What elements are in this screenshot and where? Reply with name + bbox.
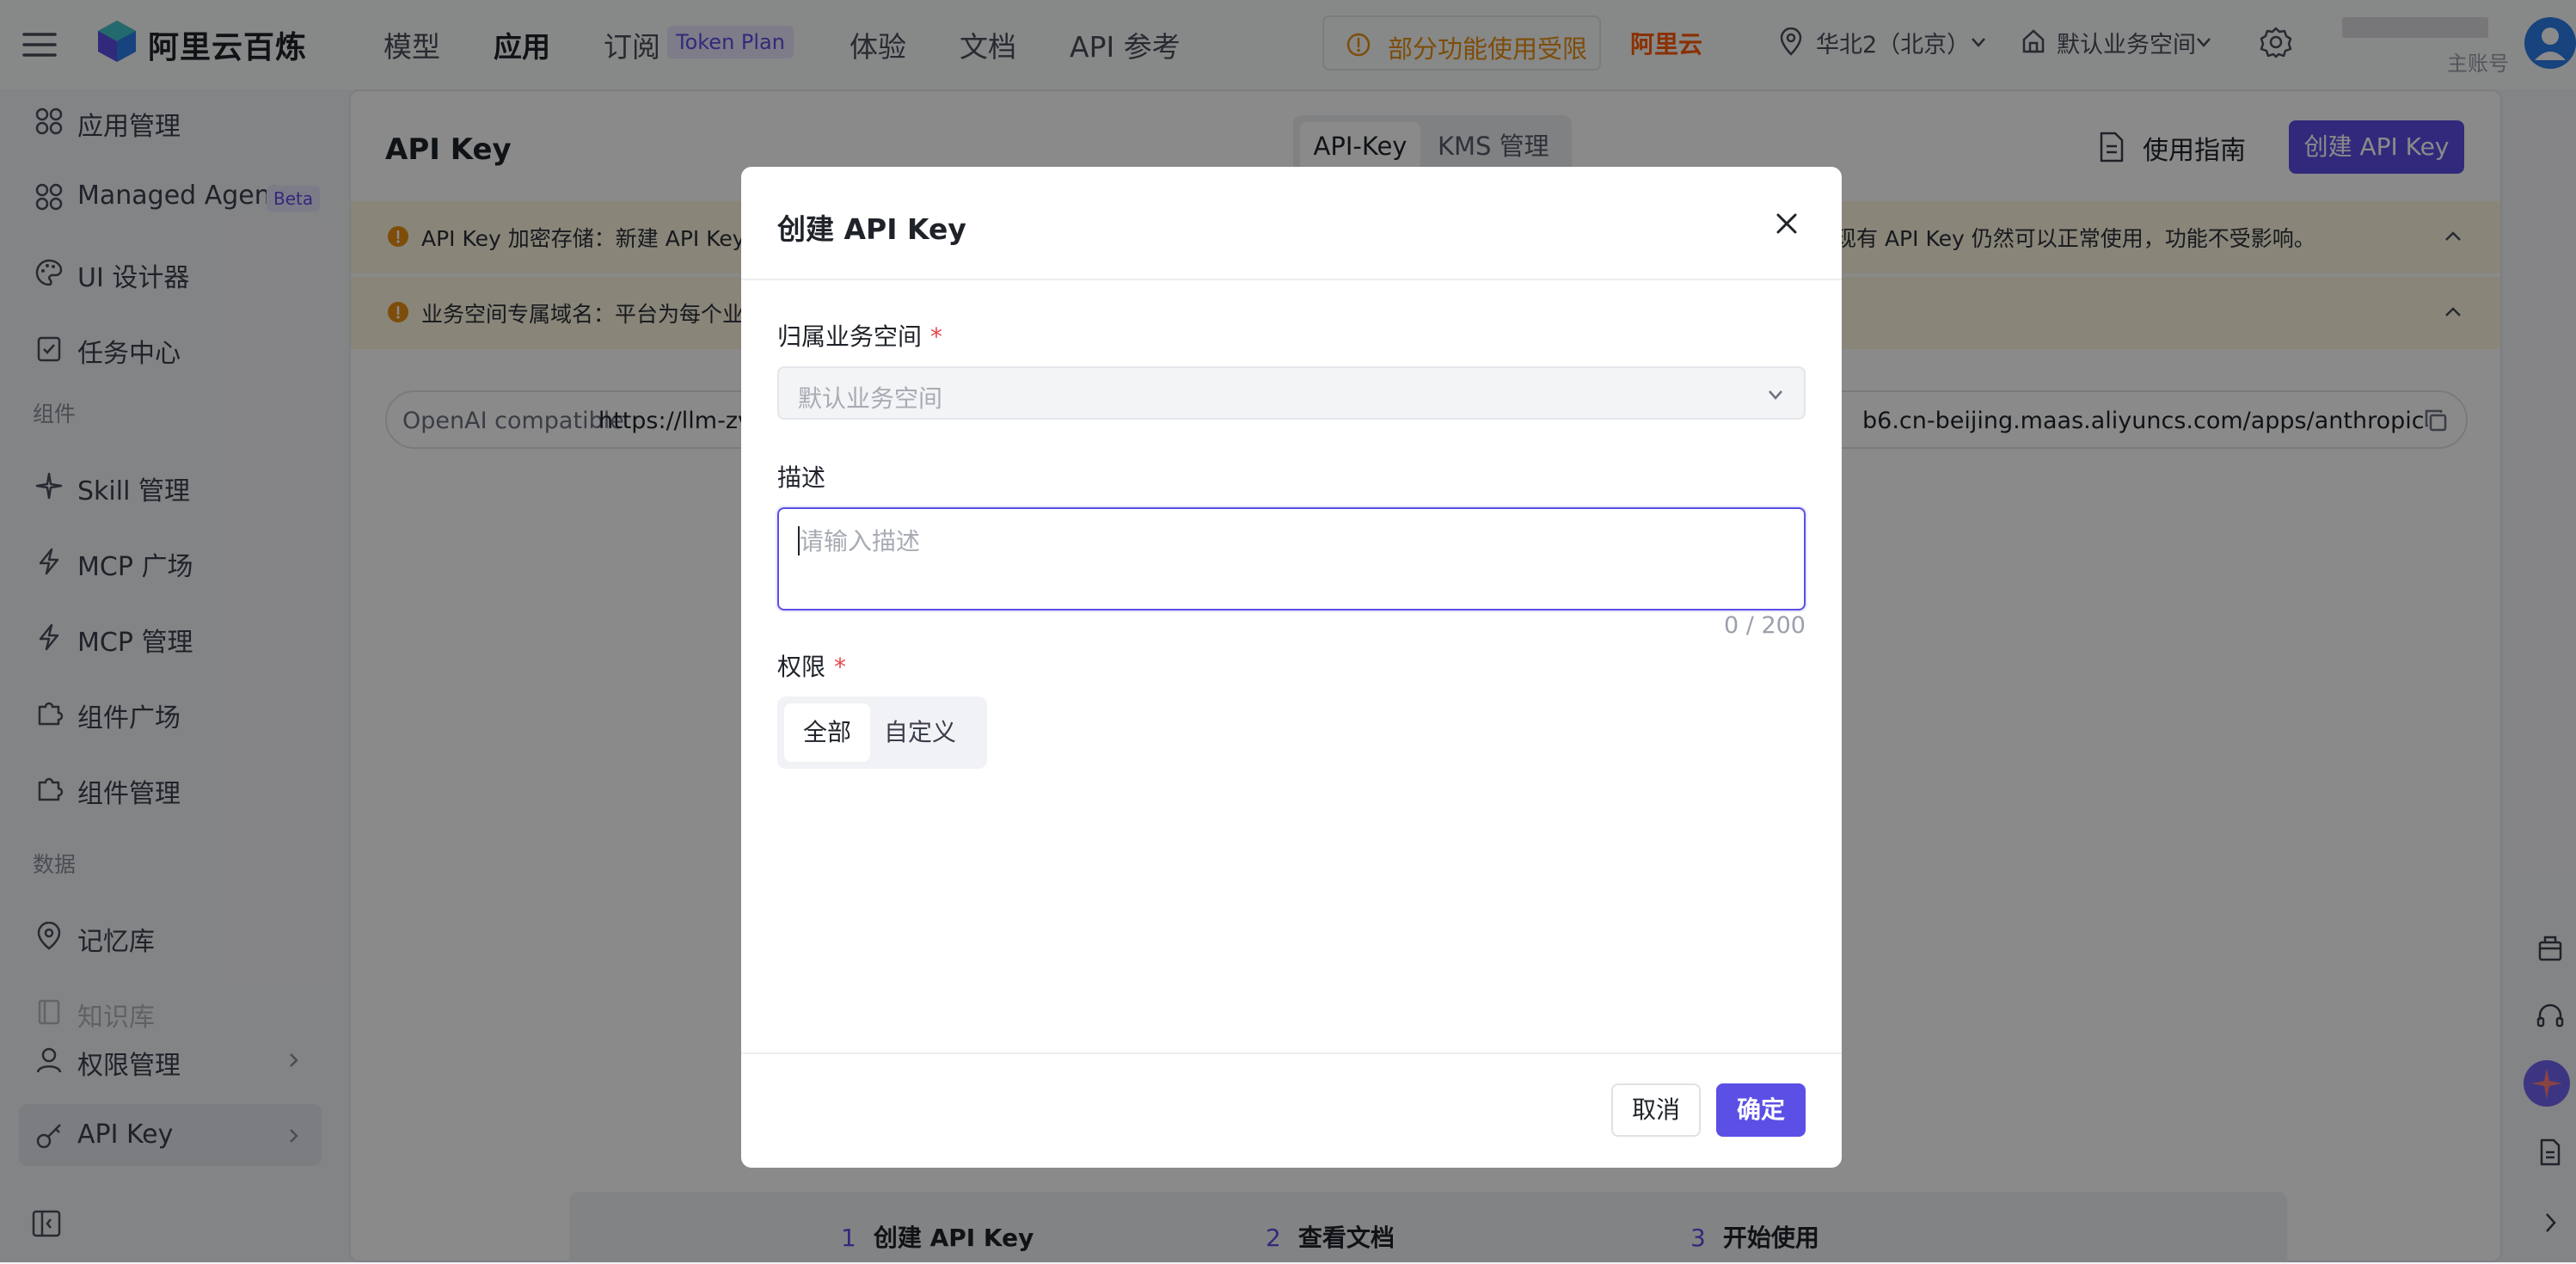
permission-segmented-control: 全部 自定义: [777, 696, 987, 769]
required-asterisk: *: [834, 653, 847, 681]
description-textarea[interactable]: 请输入描述: [777, 507, 1806, 611]
create-api-key-dialog: 创建 API Key 归属业务空间 * 默认业务空间 描述 请输入描述 0 / 2…: [741, 167, 1842, 1168]
character-counter: 0 / 200: [1724, 612, 1806, 639]
workspace-select-value: 默认业务空间: [798, 384, 943, 413]
permission-option-all[interactable]: 全部: [784, 703, 870, 762]
description-field-label: 描述: [777, 463, 826, 492]
cancel-button[interactable]: 取消: [1611, 1083, 1701, 1137]
required-asterisk: *: [930, 322, 943, 351]
description-placeholder: 请输入描述: [800, 527, 921, 555]
workspace-field-label: 归属业务空间 *: [777, 322, 943, 351]
permission-option-custom[interactable]: 自定义: [884, 703, 956, 762]
text-caret: [798, 526, 800, 555]
divider: [741, 1052, 1842, 1054]
close-icon[interactable]: [1773, 210, 1800, 237]
confirm-button[interactable]: 确定: [1716, 1083, 1806, 1137]
permission-field-label: 权限 *: [777, 653, 847, 681]
dialog-title: 创建 API Key: [777, 212, 966, 246]
chevron-down-icon: [1766, 385, 1785, 404]
divider: [741, 279, 1842, 280]
workspace-select[interactable]: 默认业务空间: [777, 366, 1806, 420]
